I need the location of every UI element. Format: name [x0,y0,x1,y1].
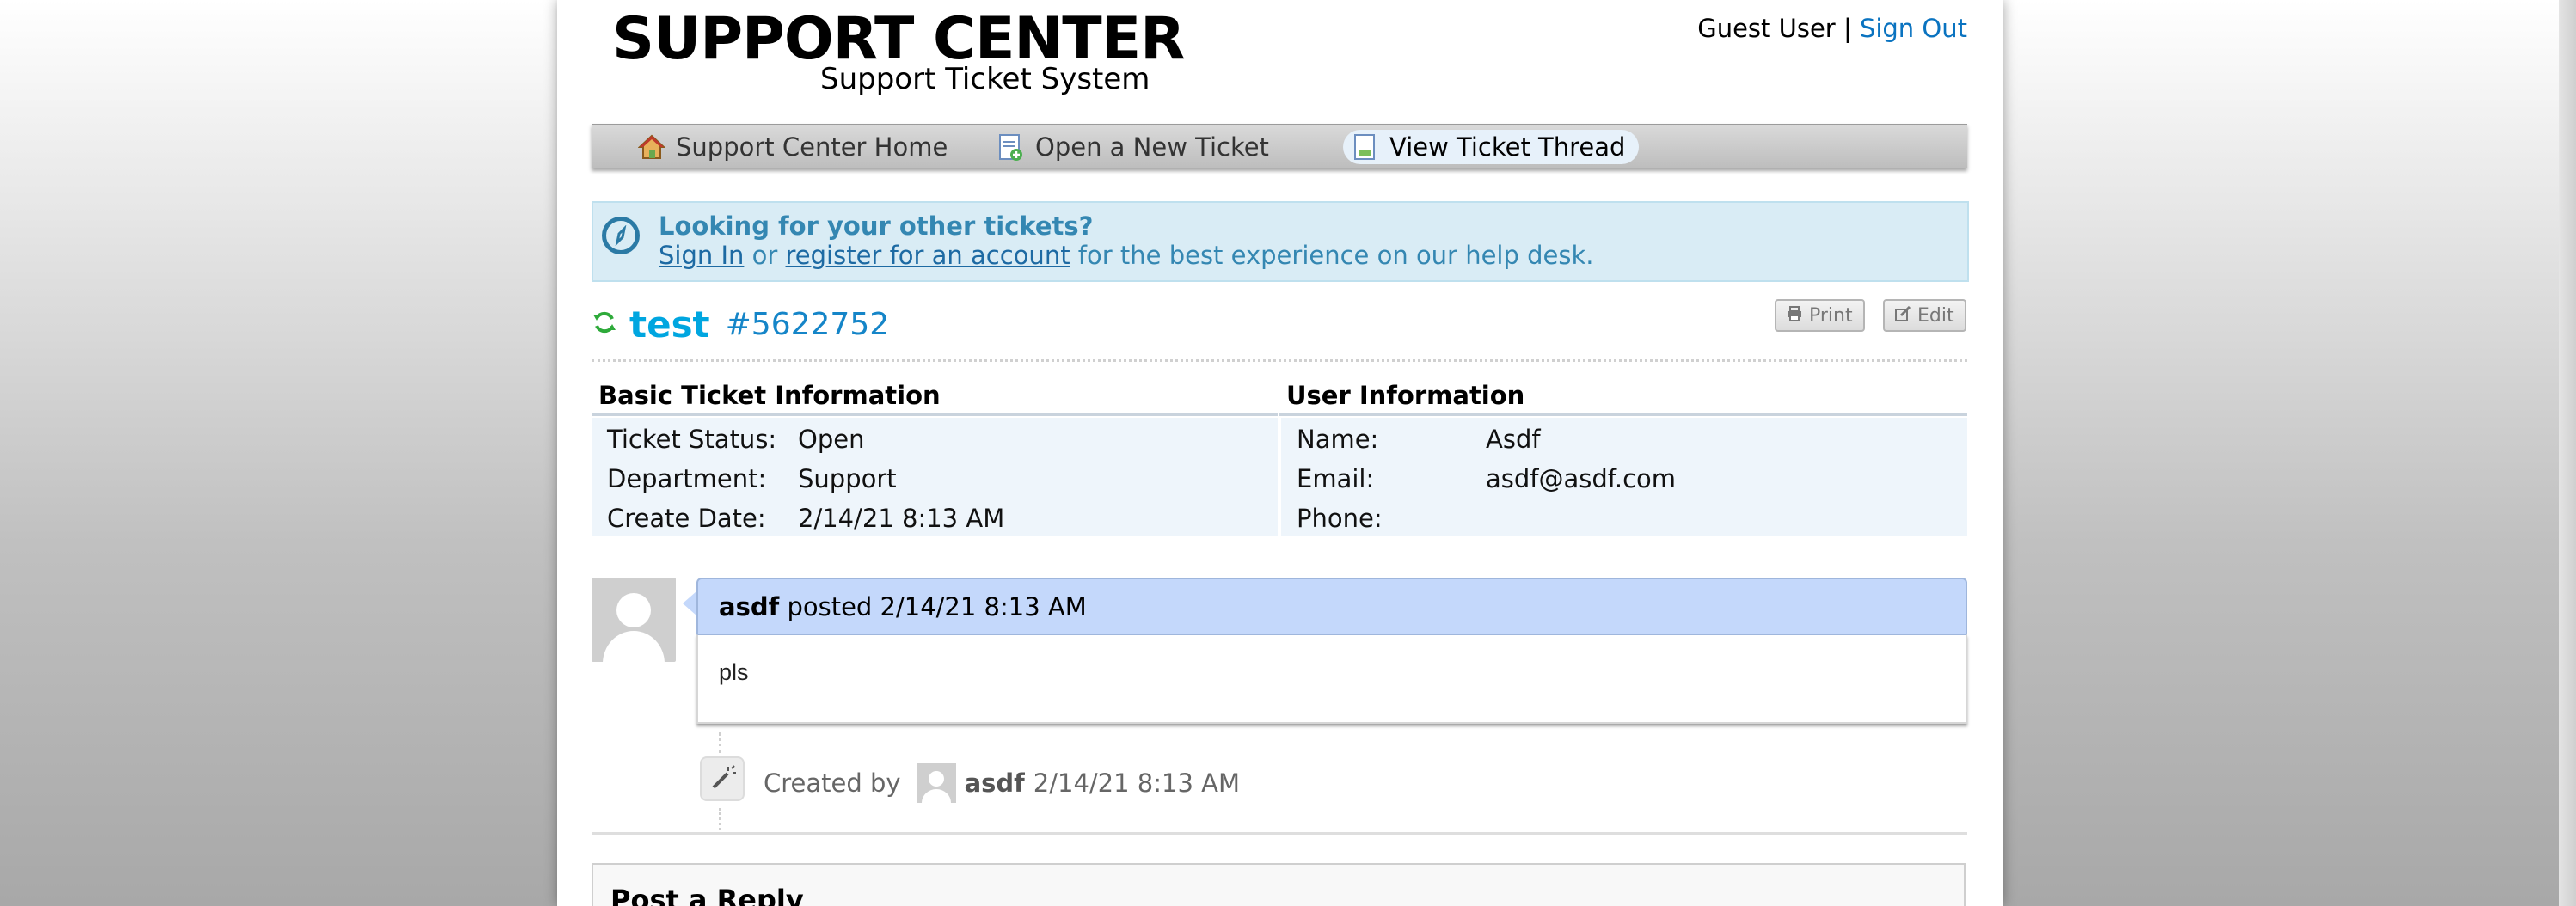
print-button[interactable]: Print [1775,299,1865,332]
post-reply-section: Post a Reply [592,863,1966,906]
ticket-heading: test #5622752 [592,303,889,346]
refresh-icon[interactable] [592,309,617,339]
guest-user-label: Guest User [1697,14,1836,43]
nav-item-label: Open a New Ticket [1035,132,1269,162]
edit-icon [1895,305,1911,327]
compass-icon [602,217,640,254]
notice-or-text: or [751,241,778,270]
message-posted-time: posted 2/14/21 8:13 AM [787,592,1087,621]
edit-label: Edit [1917,304,1954,327]
event-author: asdf [964,768,1025,798]
email-value: asdf@asdf.com [1486,464,1677,493]
user-info-heading: User Information [1279,378,1967,416]
nav-item-label: View Ticket Thread [1389,132,1626,162]
ticket-status-value: Open [798,425,865,454]
basic-info-heading: Basic Ticket Information [592,378,1278,416]
sign-in-link[interactable]: Sign In [659,241,744,270]
notice-title: Looking for your other tickets? [659,211,1094,241]
create-date-label: Create Date: [607,504,766,533]
page-container: SUPPORT CENTER Support Ticket System Gue… [557,0,2003,906]
nav-item-label: Support Center Home [676,132,948,162]
title-divider [592,359,1967,362]
nav-item-view-thread[interactable]: View Ticket Thread [1343,130,1640,164]
main-nav: Support Center Home Open a New Ticket Vi… [592,124,1967,168]
message-pointer [683,591,696,615]
nav-item-home[interactable]: Support Center Home [629,130,961,164]
ticket-thread-icon [1352,133,1377,161]
thread-event: Created by asdf 2/14/21 8:13 AM [764,763,1240,803]
user-links-separator: | [1843,14,1852,43]
event-prefix: Created by [764,768,901,798]
message-header: asdf posted 2/14/21 8:13 AM [696,578,1967,634]
new-ticket-icon [997,133,1023,161]
basic-info-table: Ticket Status: Open Department: Support … [592,418,1278,536]
notice-tail-text: for the best experience on our help desk… [1077,241,1594,270]
notice-message: Sign In or register for an account for t… [659,241,1593,270]
department-value: Support [798,464,897,493]
ticket-status-label: Ticket Status: [607,425,777,454]
site-logo-subtitle: Support Ticket System [820,62,1150,96]
home-icon [637,133,666,161]
sign-out-link[interactable]: Sign Out [1860,14,1967,43]
message-body: pls [696,634,1967,724]
ticket-subject[interactable]: test [629,303,710,346]
event-avatar [916,763,956,803]
email-label: Email: [1297,464,1375,493]
avatar [592,578,676,662]
print-label: Print [1809,304,1853,327]
name-label: Name: [1297,425,1379,454]
magic-wand-icon [700,756,745,801]
page-background-left [0,0,557,906]
edit-button[interactable]: Edit [1883,299,1966,332]
user-links: Guest User | Sign Out [1697,14,1967,43]
register-link[interactable]: register for an account [786,241,1070,270]
scrollbar[interactable] [2559,0,2576,906]
print-icon [1787,305,1802,327]
other-tickets-notice: Looking for your other tickets? Sign In … [592,201,1969,282]
post-reply-title: Post a Reply [610,884,804,906]
ticket-number: #5622752 [725,306,890,342]
thread-connector [719,808,721,830]
event-time: 2/14/21 8:13 AM [1033,768,1240,798]
message-author: asdf [719,592,780,621]
thread-connector [719,732,721,753]
phone-label: Phone: [1297,504,1383,533]
create-date-value: 2/14/21 8:13 AM [798,504,1005,533]
nav-item-open-ticket[interactable]: Open a New Ticket [989,130,1283,164]
user-info-table: Name: Asdf Email: asdf@asdf.com Phone: [1281,418,1967,536]
page-background-right [2003,0,2576,906]
name-value: Asdf [1486,425,1541,454]
thread-divider [592,832,1967,835]
department-label: Department: [607,464,767,493]
